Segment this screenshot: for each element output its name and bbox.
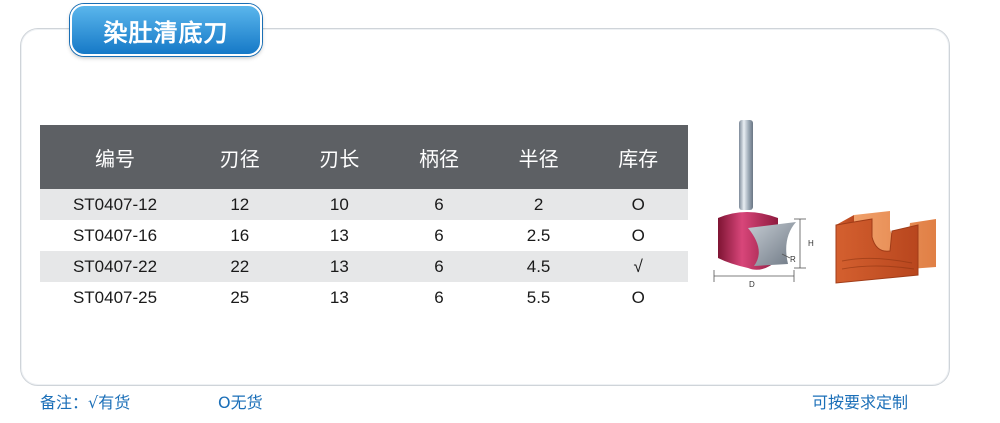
cell-shank-diameter: 6	[389, 251, 489, 282]
header-radius: 半径	[488, 125, 589, 189]
cell-radius: 2	[488, 189, 589, 220]
cell-shank-diameter: 6	[434, 287, 444, 307]
dimension-h-label: H	[808, 239, 814, 248]
stock-legend-unavailable: O无货	[218, 393, 263, 412]
header-cut-diameter: 刃径	[190, 125, 290, 189]
cell-cut-diameter: 16	[230, 225, 250, 245]
cell-code: ST0407-22	[40, 251, 190, 282]
header-code: 编号	[40, 125, 190, 189]
cell-code: ST0407-25	[72, 287, 158, 307]
cell-cut-length: 10	[289, 189, 390, 220]
cell-stock: O	[588, 189, 688, 220]
cell-code: ST0407-16	[72, 225, 158, 245]
table-row: ST0407-16 16 13 6 2.5 O	[40, 220, 688, 251]
dimension-r-label: R	[790, 255, 796, 264]
cell-cut-length: 13	[329, 287, 349, 307]
cell-stock: √	[588, 251, 688, 282]
spec-table: 编号 刃径 刃长 柄径 半径 库存 ST0407-12 12 10 6 2 O …	[40, 125, 688, 313]
cell-shank-diameter: 6	[434, 225, 444, 245]
cell-radius: 4.5	[488, 251, 589, 282]
router-bit-icon: H R D	[713, 120, 814, 289]
header-stock: 库存	[588, 125, 688, 189]
cell-cut-length: 13	[329, 225, 349, 245]
cell-radius: 2.5	[526, 225, 551, 245]
dimension-d-label: D	[749, 280, 755, 289]
cell-stock: O	[631, 225, 645, 245]
wood-profile-icon	[835, 211, 936, 284]
table-row: ST0407-12 12 10 6 2 O	[40, 189, 688, 220]
cell-shank-diameter: 6	[389, 189, 489, 220]
cell-cut-diameter: 25	[230, 287, 250, 307]
cell-stock: O	[631, 287, 645, 307]
table-row: ST0407-25 25 13 6 5.5 O	[40, 282, 688, 313]
custom-order-note: 可按要求定制	[812, 393, 909, 412]
header-cut-length: 刃长	[289, 125, 390, 189]
header-shank-diameter: 柄径	[389, 125, 489, 189]
page-title: 染肚清底刀	[70, 4, 262, 56]
table-row: ST0407-22 22 13 6 4.5 √	[40, 251, 688, 282]
cell-cut-diameter: 22	[190, 251, 290, 282]
cell-code: ST0407-12	[40, 189, 190, 220]
stock-legend-available: 备注：√有货	[40, 393, 131, 412]
table-header-row: 编号 刃径 刃长 柄径 半径 库存	[40, 125, 688, 189]
cell-radius: 5.5	[526, 287, 551, 307]
cell-cut-diameter: 12	[190, 189, 290, 220]
cell-cut-length: 13	[289, 251, 390, 282]
